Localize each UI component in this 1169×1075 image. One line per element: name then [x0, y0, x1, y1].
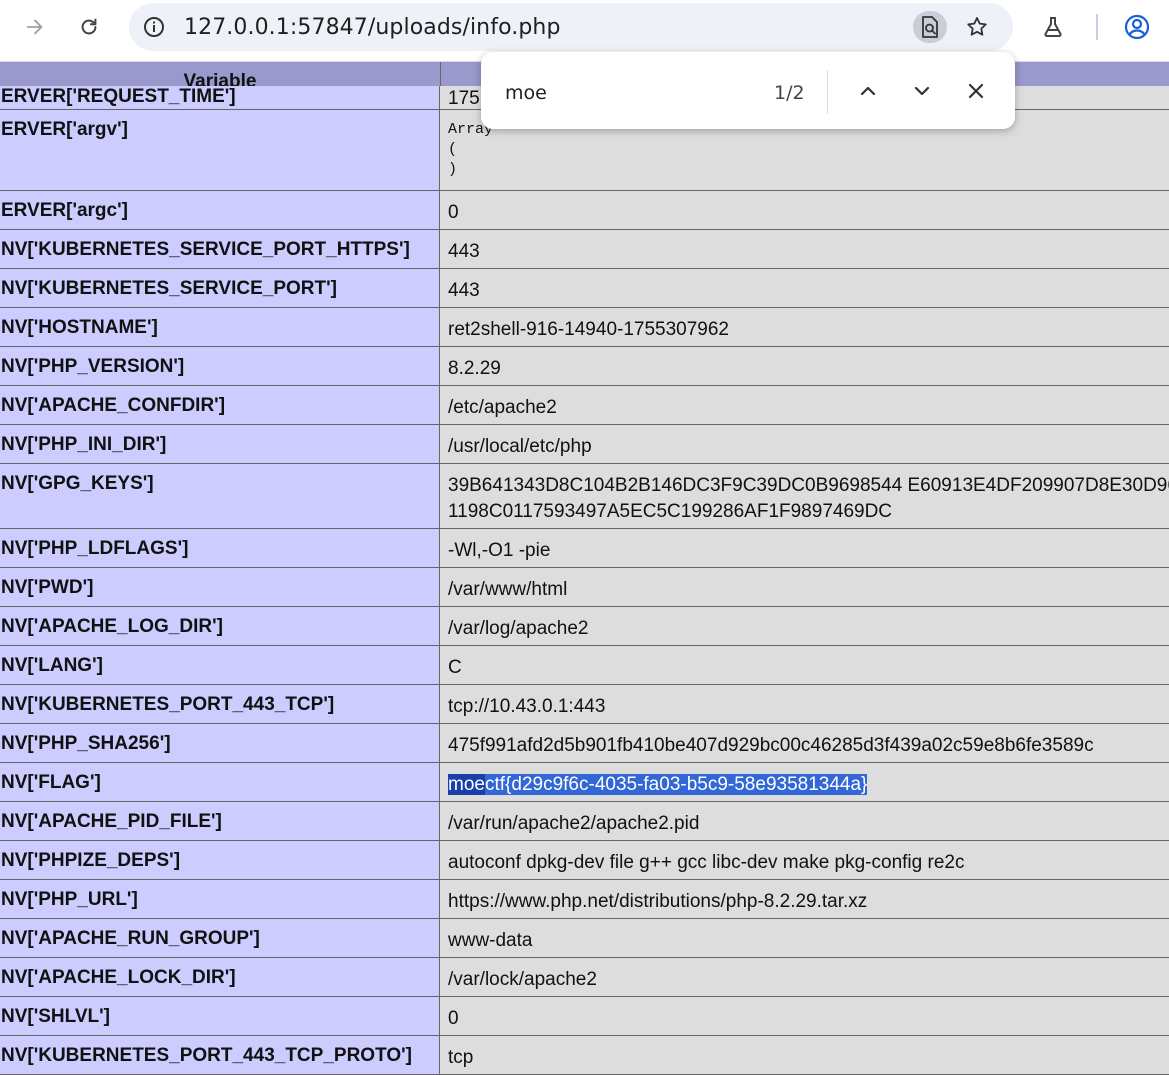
variable-value: autoconf dpkg-dev file g++ gcc libc-dev … — [440, 841, 1169, 879]
variable-name: NV['PHP_SHA256'] — [0, 724, 440, 762]
variable-name: NV['FLAG'] — [0, 763, 440, 801]
variable-name: NV['KUBERNETES_SERVICE_PORT_HTTPS'] — [0, 230, 440, 268]
variable-name: ERVER['argv'] — [0, 110, 440, 190]
variable-value: 0 — [440, 191, 1169, 229]
table-row: NV['PHP_URL'] https://www.php.net/distri… — [0, 880, 1169, 919]
table-row-flag: NV['FLAG'] moectf{d29c9f6c-4035-fa03-b5c… — [0, 763, 1169, 802]
variable-name: NV['KUBERNETES_PORT_443_TCP_PROTO'] — [0, 1036, 440, 1074]
variable-value: 475f991afd2d5b901fb410be407d929bc00c4628… — [440, 724, 1169, 762]
variable-value: https://www.php.net/distributions/php-8.… — [440, 880, 1169, 918]
find-next-button[interactable] — [905, 74, 939, 108]
table-row: NV['PHP_LDFLAGS'] -Wl,-O1 -pie — [0, 529, 1169, 568]
variable-name: NV['APACHE_LOCK_DIR'] — [0, 958, 440, 996]
forward-icon[interactable] — [18, 10, 52, 44]
find-match-current: moe — [448, 774, 485, 795]
variable-value: 443 — [440, 269, 1169, 307]
table-row: NV['PHP_VERSION'] 8.2.29 — [0, 347, 1169, 386]
variable-name: NV['PHP_URL'] — [0, 880, 440, 918]
variable-value: /etc/apache2 — [440, 386, 1169, 424]
table-row: NV['APACHE_RUN_GROUP'] www-data — [0, 919, 1169, 958]
variable-name: ERVER['argc'] — [0, 191, 440, 229]
variable-value: 0 — [440, 997, 1169, 1035]
table-row: ERVER['argc'] 0 — [0, 191, 1169, 230]
variable-name: NV['HOSTNAME'] — [0, 308, 440, 346]
find-divider — [827, 70, 828, 114]
variable-value: /var/www/html — [440, 568, 1169, 606]
variable-value: /var/run/apache2/apache2.pid — [440, 802, 1169, 840]
variable-value: ret2shell-916-14940-1755307962 — [440, 308, 1169, 346]
variable-name: NV['PWD'] — [0, 568, 440, 606]
table-row: NV['PHPIZE_DEPS'] autoconf dpkg-dev file… — [0, 841, 1169, 880]
variable-name: NV['APACHE_PID_FILE'] — [0, 802, 440, 840]
find-in-page-icon[interactable] — [913, 11, 947, 43]
variable-value: /usr/local/etc/php — [440, 425, 1169, 463]
table-row: NV['SHLVL'] 0 — [0, 997, 1169, 1036]
variable-value: /var/lock/apache2 — [440, 958, 1169, 996]
variable-value: 443 — [440, 230, 1169, 268]
variable-name: NV['APACHE_CONFDIR'] — [0, 386, 440, 424]
selected-text: ctf{d29c9f6c-4035-fa03-b5c9-58e93581344a… — [484, 774, 868, 795]
variable-value: www-data — [440, 919, 1169, 957]
table-row: NV['APACHE_LOCK_DIR'] /var/lock/apache2 — [0, 958, 1169, 997]
variable-name: ERVER['REQUEST_TIME'] — [0, 86, 440, 109]
table-row: NV['APACHE_LOG_DIR'] /var/log/apache2 — [0, 607, 1169, 646]
find-input[interactable]: moe — [505, 82, 547, 104]
toolbar-divider — [1096, 14, 1098, 40]
table-row: NV['GPG_KEYS'] 39B641343D8C104B2B146DC3F… — [0, 464, 1169, 529]
find-close-button[interactable] — [959, 74, 993, 108]
bookmark-star-icon[interactable] — [960, 11, 994, 43]
variable-name: NV['APACHE_LOG_DIR'] — [0, 607, 440, 645]
variable-name: NV['GPG_KEYS'] — [0, 464, 440, 528]
find-previous-button[interactable] — [851, 74, 885, 108]
variable-name: NV['SHLVL'] — [0, 997, 440, 1035]
variable-value: tcp://10.43.0.1:443 — [440, 685, 1169, 723]
table-row: NV['PHP_SHA256'] 475f991afd2d5b901fb410b… — [0, 724, 1169, 763]
variable-name: NV['PHP_INI_DIR'] — [0, 425, 440, 463]
profile-icon[interactable] — [1120, 10, 1154, 44]
page-content: Variable ERVER['REQUEST_TIME'] 175 ERVER… — [0, 62, 1169, 1075]
url-text[interactable]: 127.0.0.1:57847/uploads/info.php — [184, 15, 561, 40]
table-row: NV['KUBERNETES_PORT_443_TCP'] tcp://10.4… — [0, 685, 1169, 724]
variable-name: NV['KUBERNETES_SERVICE_PORT'] — [0, 269, 440, 307]
variable-value: /var/log/apache2 — [440, 607, 1169, 645]
chevron-up-icon — [860, 86, 876, 96]
variable-value: moectf{d29c9f6c-4035-fa03-b5c9-58e935813… — [440, 763, 1169, 801]
table-row: NV['HOSTNAME'] ret2shell-916-14940-17553… — [0, 308, 1169, 347]
table-row: NV['APACHE_PID_FILE'] /var/run/apache2/a… — [0, 802, 1169, 841]
reload-icon[interactable] — [72, 10, 106, 44]
variable-name: NV['PHP_LDFLAGS'] — [0, 529, 440, 567]
variable-name: NV['KUBERNETES_PORT_443_TCP'] — [0, 685, 440, 723]
labs-flask-icon[interactable] — [1036, 10, 1070, 44]
table-row: NV['APACHE_CONFDIR'] /etc/apache2 — [0, 386, 1169, 425]
variable-name: NV['PHPIZE_DEPS'] — [0, 841, 440, 879]
variable-value: tcp — [440, 1036, 1169, 1074]
table-row: NV['LANG'] C — [0, 646, 1169, 685]
table-row: NV['KUBERNETES_SERVICE_PORT'] 443 — [0, 269, 1169, 308]
close-icon — [968, 83, 984, 99]
variable-value: C — [440, 646, 1169, 684]
find-bar: moe 1/2 — [481, 52, 1015, 129]
table-row: NV['KUBERNETES_PORT_443_TCP_PROTO'] tcp — [0, 1036, 1169, 1075]
variable-value: -Wl,-O1 -pie — [440, 529, 1169, 567]
table-row: NV['KUBERNETES_SERVICE_PORT_HTTPS'] 443 — [0, 230, 1169, 269]
variable-value: 39B641343D8C104B2B146DC3F9C39DC0B9698544… — [440, 464, 1169, 528]
address-bar[interactable]: 127.0.0.1:57847/uploads/info.php — [129, 3, 1013, 51]
table-row: NV['PHP_INI_DIR'] /usr/local/etc/php — [0, 425, 1169, 464]
variable-name: NV['LANG'] — [0, 646, 440, 684]
site-info-icon[interactable] — [140, 13, 168, 41]
chevron-down-icon — [914, 86, 930, 96]
variable-value: 8.2.29 — [440, 347, 1169, 385]
table-row: NV['PWD'] /var/www/html — [0, 568, 1169, 607]
find-match-count: 1/2 — [774, 82, 805, 104]
variable-name: NV['APACHE_RUN_GROUP'] — [0, 919, 440, 957]
variable-name: NV['PHP_VERSION'] — [0, 347, 440, 385]
variables-table: ERVER['REQUEST_TIME'] 175 ERVER['argv'] … — [0, 86, 1169, 1075]
